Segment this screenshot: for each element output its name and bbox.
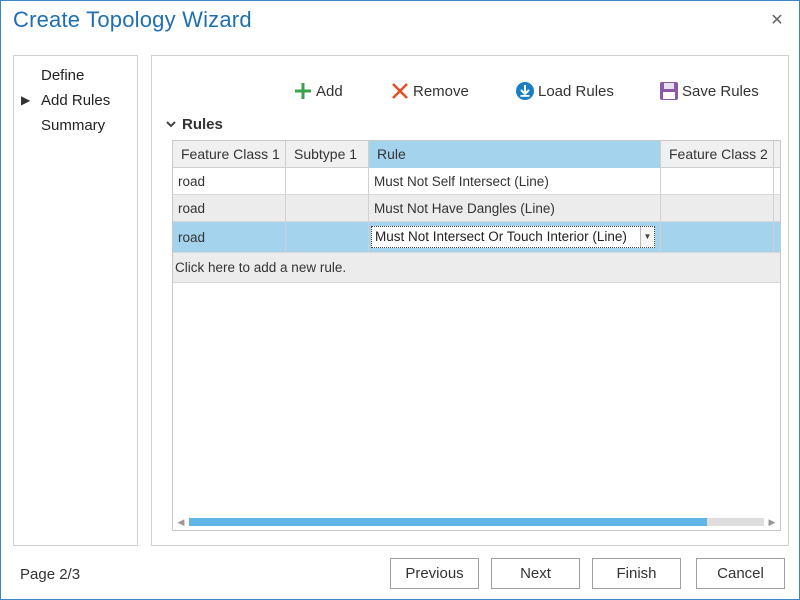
download-circle-icon [514, 80, 536, 102]
remove-button-label: Remove [413, 82, 469, 100]
load-rules-label: Load Rules [538, 82, 614, 100]
horizontal-scrollbar[interactable]: ◀ ▶ [173, 514, 780, 530]
x-icon [389, 80, 411, 102]
cell-rule[interactable]: Must Not Have Dangles (Line) [369, 195, 661, 221]
cell-subtype-1[interactable] [286, 222, 369, 252]
save-rules-label: Save Rules [682, 82, 759, 100]
cell-subtype-1[interactable] [286, 168, 369, 194]
cell-feature-class-2[interactable] [661, 222, 774, 252]
scroll-left-icon[interactable]: ◀ [175, 516, 187, 528]
page-indicator: Page 2/3 [20, 566, 81, 583]
column-header-subtype-1[interactable]: Subtype 1 [286, 141, 369, 168]
rule-dropdown-value: Must Not Intersect Or Touch Interior (Li… [375, 229, 627, 244]
nav-item-add-rules[interactable]: ▶ Add Rules [14, 88, 137, 113]
rules-section-title: Rules [182, 116, 223, 133]
cell-feature-class-1[interactable]: road [173, 168, 286, 194]
cell-rule: Must Not Intersect Or Touch Interior (Li… [369, 222, 661, 252]
add-button[interactable]: Add [292, 78, 343, 104]
cell-feature-class-2[interactable] [661, 195, 774, 221]
table-row[interactable]: road Must Not Have Dangles (Line) [173, 195, 780, 222]
plus-icon [292, 80, 314, 102]
cell-subtype-1[interactable] [286, 195, 369, 221]
cell-feature-class-2[interactable] [661, 168, 774, 194]
current-step-arrow-icon: ▶ [21, 93, 31, 107]
cell-feature-class-1[interactable]: road [173, 195, 286, 221]
grid-header: Feature Class 1 Subtype 1 Rule Feature C… [173, 141, 780, 168]
nav-item-define[interactable]: Define [14, 63, 137, 88]
add-new-rule-row[interactable]: Click here to add a new rule. [173, 253, 780, 283]
rules-section-header[interactable]: Rules [166, 116, 223, 133]
scrollbar-track[interactable] [189, 518, 764, 526]
add-button-label: Add [316, 82, 343, 100]
table-row[interactable]: road Must Not Self Intersect (Line) [173, 168, 780, 195]
nav-item-label: Add Rules [41, 92, 111, 109]
nav-item-summary[interactable]: Summary [14, 113, 137, 138]
wizard-steps-nav: Define ▶ Add Rules Summary [13, 55, 138, 546]
next-button[interactable]: Next [491, 558, 580, 589]
column-header-feature-class-1[interactable]: Feature Class 1 [173, 141, 286, 168]
table-row-selected[interactable]: road Must Not Intersect Or Touch Interio… [173, 222, 780, 253]
load-rules-button[interactable]: Load Rules [514, 78, 614, 104]
rules-toolbar: Add Remove Load Rules Save Rules [152, 78, 788, 104]
cancel-button[interactable]: Cancel [696, 558, 785, 589]
nav-item-label: Define [41, 67, 85, 84]
window-title: Create Topology Wizard [13, 7, 252, 32]
dropdown-arrow-icon[interactable]: ▼ [640, 227, 654, 247]
cell-feature-class-1[interactable]: road [173, 222, 286, 252]
previous-button[interactable]: Previous [390, 558, 479, 589]
rule-dropdown[interactable]: Must Not Intersect Or Touch Interior (Li… [371, 226, 655, 248]
remove-button[interactable]: Remove [389, 78, 469, 104]
rules-panel: Add Remove Load Rules Save Rules Rules F… [151, 55, 789, 546]
save-rules-button[interactable]: Save Rules [658, 78, 759, 104]
chevron-down-icon [166, 119, 176, 131]
scroll-right-icon[interactable]: ▶ [766, 516, 778, 528]
rules-grid: Feature Class 1 Subtype 1 Rule Feature C… [172, 140, 781, 531]
column-header-feature-class-2[interactable]: Feature Class 2 [661, 141, 774, 168]
finish-button[interactable]: Finish [592, 558, 681, 589]
scrollbar-thumb[interactable] [189, 518, 707, 526]
column-header-rule[interactable]: Rule [369, 141, 661, 168]
cell-rule[interactable]: Must Not Self Intersect (Line) [369, 168, 661, 194]
floppy-disk-icon [658, 80, 680, 102]
topology-wizard-window: Create Topology Wizard ✕ Define ▶ Add Ru… [0, 0, 800, 600]
nav-item-label: Summary [41, 117, 106, 134]
close-icon[interactable]: ✕ [767, 11, 787, 31]
